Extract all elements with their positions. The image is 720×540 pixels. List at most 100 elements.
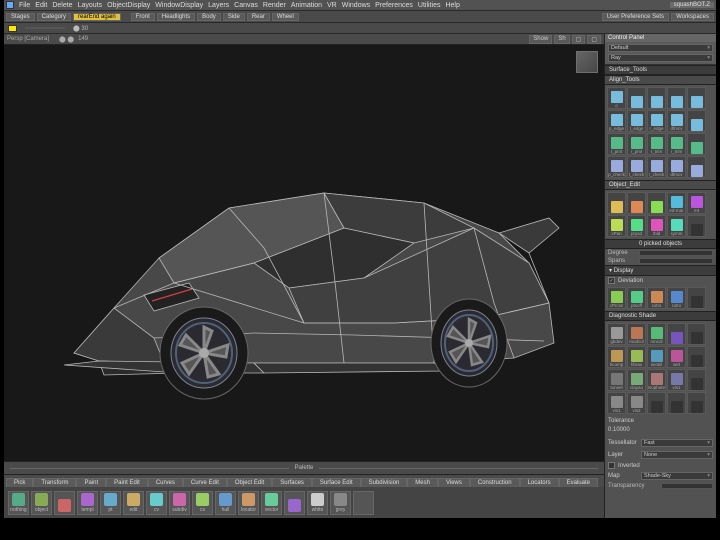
tool-icon[interactable] (687, 346, 706, 368)
toolbox-tab-pick[interactable]: Pick (6, 478, 33, 487)
tool-dfmcv[interactable]: dfmcv (667, 156, 686, 178)
tool-symm[interactable]: symm (667, 215, 686, 237)
tool-icon[interactable] (667, 87, 686, 109)
tool-cPrcsn[interactable]: cPrcsn (607, 287, 626, 309)
toolbox-tab-paint-edit[interactable]: Paint Edit (106, 478, 148, 487)
tool-white[interactable]: white (307, 491, 328, 515)
tool-icon[interactable] (687, 392, 706, 414)
toolbox-tab-mesh[interactable]: Mesh (407, 478, 438, 487)
toolbox-tab-paint[interactable]: Paint (76, 478, 106, 487)
construction-field[interactable] (25, 27, 65, 29)
inverted-checkbox[interactable] (608, 462, 615, 469)
tool-t_pmt[interactable]: t_pmt (607, 133, 626, 155)
tool-cv[interactable]: cv (146, 491, 167, 515)
menu-edit[interactable]: Edit (35, 2, 47, 9)
tool-cs[interactable]: cs (192, 491, 213, 515)
tool-rbld[interactable]: rbld (647, 215, 666, 237)
tool-isophote[interactable]: isophote (647, 369, 666, 391)
tool-hbrav[interactable]: hbrav (627, 346, 646, 368)
shelf-btn-body[interactable]: Body (197, 13, 221, 21)
map-dropdown[interactable]: Shade-Sky (641, 472, 713, 480)
tool-vis1[interactable]: vis1 (607, 392, 626, 414)
menu-animation[interactable]: Animation (291, 2, 322, 9)
toolbox-tab-surface-edit[interactable]: Surface Edit (312, 478, 361, 487)
menu-canvas[interactable]: Canvas (234, 2, 258, 9)
diagnostic-header[interactable]: Diagnostic Shade (605, 311, 716, 321)
tool-icon[interactable] (687, 87, 706, 109)
tool-r_pmt[interactable]: r_pmt (627, 133, 646, 155)
tool-icon[interactable] (667, 392, 686, 414)
tool-templ[interactable]: templ (77, 491, 98, 515)
tool-ed-mar[interactable]: ed-mar (667, 192, 686, 214)
cp-ray-dropdown[interactable]: Ray (608, 54, 713, 62)
tolerance-input[interactable]: 0.10000 (608, 426, 713, 435)
tool-nothing[interactable]: nothing (8, 491, 29, 515)
tool-edit[interactable]: edit (123, 491, 144, 515)
menu-layers[interactable]: Layers (208, 2, 229, 9)
viewport-sh-btn[interactable]: Sh (554, 35, 569, 44)
tool-gbdev[interactable]: gbdev (607, 323, 626, 345)
toolbox-tab-evaluate[interactable]: Evaluate (559, 478, 598, 487)
tool-dfmcv[interactable]: dfmcv (667, 110, 686, 132)
align-tools-header[interactable]: Align_Tools (605, 75, 716, 85)
tool-icon[interactable] (647, 192, 666, 214)
toolbox-tab-locators[interactable]: Locators (520, 478, 559, 487)
toolbox-tab-curve-edit[interactable]: Curve Edit (183, 478, 227, 487)
surface-tools-header[interactable]: Surface_Tools (605, 65, 716, 75)
shelf-active-stage[interactable]: rearEnd again (73, 13, 121, 21)
tool-hull[interactable]: hull (215, 491, 236, 515)
toolbox-tab-transform[interactable]: Transform (33, 478, 76, 487)
tool-icon[interactable] (687, 287, 706, 309)
tool-icon[interactable] (687, 369, 706, 391)
tool-icon[interactable] (54, 491, 75, 515)
viewport-opt1[interactable]: ▢ (572, 35, 586, 44)
deviation-checkbox[interactable]: ✓ (608, 277, 615, 284)
tool-object[interactable]: object (31, 491, 52, 515)
shelf-tab-category[interactable]: Category (37, 13, 71, 21)
shelf-tab-stages[interactable]: Stages (6, 13, 35, 21)
tool-modcol[interactable]: modcol (627, 323, 646, 345)
shelf-user-prefs[interactable]: User Preference Sets (602, 13, 669, 21)
menu-render[interactable]: Render (263, 2, 286, 9)
tool-t_edge[interactable]: t_edge (627, 110, 646, 132)
toolbox-tab-surfaces[interactable]: Surfaces (272, 478, 312, 487)
tool-cxtrs[interactable]: cxtrs (647, 287, 666, 309)
shelf-btn-front[interactable]: Front (131, 13, 155, 21)
viewport-3d[interactable] (4, 45, 604, 461)
toolbox-tab-object-edit[interactable]: Object Edit (227, 478, 272, 487)
tool-hcomp[interactable]: hcomp (607, 346, 626, 368)
tool-icon[interactable] (353, 491, 374, 515)
tool-p_edge[interactable]: p_edge (607, 110, 626, 132)
tool-icon[interactable] (647, 392, 666, 414)
tool-vis1[interactable]: vis1 (667, 369, 686, 391)
spans-slider[interactable] (639, 258, 713, 264)
viewport-show-btn[interactable]: Show (529, 35, 552, 44)
menu-file[interactable]: File (19, 2, 30, 9)
toolbox-tab-subdivision[interactable]: Subdivision (361, 478, 408, 487)
toolbox-tab-views[interactable]: Views (438, 478, 470, 487)
menu-preferences[interactable]: Preferences (375, 2, 413, 9)
degree-slider[interactable] (639, 250, 713, 256)
tool-icon[interactable] (627, 192, 646, 214)
tool-icon[interactable] (687, 110, 706, 132)
shelf-btn-side[interactable]: Side (223, 13, 245, 21)
tool-o[interactable]: o (607, 87, 626, 109)
tool-icon[interactable] (687, 323, 706, 345)
tool-locator[interactable]: locator (238, 491, 259, 515)
tool-nmcol[interactable]: nmcol (647, 323, 666, 345)
tool-clayao[interactable]: clayao (627, 369, 646, 391)
menu-layouts[interactable]: Layouts (78, 2, 103, 9)
tool-tunnel[interactable]: tunnel (607, 369, 626, 391)
shelf-btn-rear[interactable]: Rear (247, 13, 270, 21)
color-swatch[interactable] (8, 25, 17, 32)
menu-help[interactable]: Help (445, 2, 459, 9)
toolbox-tab-curves[interactable]: Curves (148, 478, 183, 487)
tool-vert[interactable]: vert (667, 346, 686, 368)
tool-subdiv[interactable]: subdiv (169, 491, 190, 515)
tool-xPan[interactable]: xPan (607, 215, 626, 237)
shelf-btn-wheel[interactable]: Wheel (272, 13, 299, 21)
tool-mt[interactable]: mt (687, 192, 706, 214)
menu-vr[interactable]: VR (327, 2, 337, 9)
shelf-btn-headlights[interactable]: Headlights (157, 13, 195, 21)
tool-icon[interactable] (647, 87, 666, 109)
